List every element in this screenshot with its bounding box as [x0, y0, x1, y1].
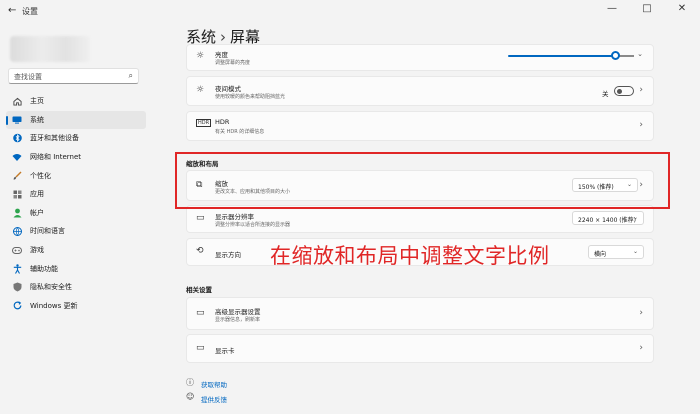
annotation-text: 在缩放和布局中调整文字比例 [270, 244, 550, 268]
avatar[interactable] [10, 36, 90, 62]
night-light-state: 关 [602, 90, 609, 98]
minimize-button[interactable]: — [604, 3, 620, 14]
sidebar-item-label: 时间和语言 [30, 227, 65, 236]
brightness-subtitle: 调整屏幕的亮度 [215, 60, 251, 66]
monitor-icon: ▭ [196, 308, 205, 318]
home-icon [12, 96, 22, 106]
sidebar-item-gaming[interactable]: 游戏 [6, 241, 146, 260]
sidebar-item-privacy[interactable]: 隐私和安全性 [6, 278, 146, 297]
account-icon [12, 208, 22, 218]
sidebar: 查找设置 ⌕ 主页 系统 蓝牙和其他设备 网络和 Internet 个性化 应用… [0, 22, 150, 414]
sidebar-item-label: 系统 [30, 115, 44, 124]
sidebar-item-label: 隐私和安全性 [30, 283, 72, 292]
bluetooth-icon [12, 133, 22, 143]
graphics-title: 显示卡 [215, 347, 235, 355]
resolution-subtitle: 调整分辨率以适合所连接的显示器 [215, 222, 291, 228]
apps-icon [12, 189, 22, 199]
sidebar-item-apps[interactable]: 应用 [6, 185, 146, 204]
sidebar-item-label: Windows 更新 [30, 301, 78, 310]
sidebar-nav: 主页 系统 蓝牙和其他设备 网络和 Internet 个性化 应用 帐户 时间和… [6, 92, 146, 315]
sun-icon: ☼ [196, 51, 205, 61]
sidebar-item-bluetooth[interactable]: 蓝牙和其他设备 [6, 129, 146, 148]
resolution-dropdown[interactable]: 2240 × 1400 (推荐) ⌄ [572, 211, 644, 225]
search-icon[interactable]: ⌕ [129, 71, 133, 81]
highlight-box [175, 152, 670, 209]
help-icon: ⓘ [186, 378, 194, 387]
hdr-card[interactable]: HDR HDR 有关 HDR 的详细信息 › [186, 111, 654, 141]
search-input[interactable]: 查找设置 ⌕ [8, 68, 139, 84]
night-light-card[interactable]: ☼ 夜间模式 使用较暖的颜色来帮助阻挡蓝光 › [186, 76, 654, 106]
night-light-title: 夜间模式 [215, 85, 241, 93]
resolution-value: 2240 × 1400 (推荐) [578, 217, 636, 224]
sidebar-item-label: 帐户 [30, 208, 44, 217]
sidebar-item-label: 个性化 [30, 171, 51, 180]
night-light-subtitle: 使用较暖的颜色来帮助阻挡蓝光 [215, 94, 286, 100]
advanced-display-subtitle: 显示器信息，刷新率 [215, 317, 261, 323]
brightness-title: 亮度 [215, 51, 228, 59]
resolution-title: 显示器分辨率 [215, 213, 254, 221]
globe-icon [12, 226, 22, 236]
night-light-toggle[interactable] [614, 86, 634, 96]
sidebar-item-label: 辅助功能 [30, 264, 58, 273]
feedback-icon: ☺ [186, 392, 195, 401]
advanced-display-card[interactable]: ▭ 高级显示器设置 显示器信息，刷新率 › [186, 297, 654, 330]
sidebar-item-windows-update[interactable]: Windows 更新 [6, 297, 146, 316]
brightness-icon: ☼ [196, 85, 205, 95]
chevron-right-icon[interactable]: › [639, 85, 643, 95]
sidebar-item-label: 网络和 Internet [30, 153, 82, 162]
brightness-slider-fill[interactable] [508, 55, 617, 57]
orientation-dropdown[interactable]: 横向 ⌄ [588, 245, 644, 259]
sidebar-item-label: 主页 [30, 97, 44, 106]
title-bar: ← 设置 — □ ✕ [0, 0, 700, 22]
feedback-link[interactable]: 提供反馈 [201, 394, 227, 404]
hdr-title: HDR [215, 118, 230, 126]
chevron-down-icon: ⌄ [632, 248, 638, 255]
sidebar-item-system[interactable]: 系统 [6, 110, 146, 130]
chevron-right-icon[interactable]: › [639, 120, 643, 130]
back-arrow-icon[interactable]: ← [8, 5, 16, 16]
graphics-card[interactable]: ▭ 显示卡 › [186, 334, 654, 363]
hdr-subtitle: 有关 HDR 的详细信息 [215, 129, 265, 135]
sidebar-item-label: 应用 [30, 190, 44, 199]
sidebar-item-accounts[interactable]: 帐户 [6, 204, 146, 223]
system-icon [12, 115, 22, 125]
brush-icon [12, 171, 22, 181]
chevron-up-icon[interactable]: ⌄ [637, 50, 643, 58]
close-button[interactable]: ✕ [674, 3, 690, 14]
orientation-value: 横向 [594, 251, 607, 258]
brightness-card: ☼ 亮度 调整屏幕的亮度 ⌄ [186, 44, 654, 71]
graphics-icon: ▭ [196, 343, 205, 353]
sidebar-item-label: 游戏 [30, 246, 44, 255]
chevron-right-icon[interactable]: › [639, 308, 643, 318]
shield-icon [12, 282, 22, 292]
sidebar-item-personalization[interactable]: 个性化 [6, 166, 146, 185]
chevron-down-icon: ⌄ [632, 214, 638, 221]
sidebar-item-accessibility[interactable]: 辅助功能 [6, 259, 146, 278]
sidebar-item-network[interactable]: 网络和 Internet [6, 148, 146, 167]
gamepad-icon [12, 245, 22, 255]
orientation-icon: ⟲ [196, 246, 204, 256]
hdr-icon: HDR [196, 119, 212, 127]
related-section-title: 相关设置 [186, 286, 212, 294]
orientation-title: 显示方向 [215, 251, 241, 259]
accessibility-icon [12, 263, 22, 274]
sidebar-item-home[interactable]: 主页 [6, 92, 146, 111]
app-title: 设置 [22, 7, 38, 16]
sidebar-item-time-language[interactable]: 时间和语言 [6, 222, 146, 241]
sidebar-item-label: 蓝牙和其他设备 [30, 134, 79, 143]
chevron-right-icon[interactable]: › [639, 343, 643, 353]
advanced-display-title: 高级显示器设置 [215, 308, 261, 316]
maximize-button[interactable]: □ [639, 3, 655, 14]
wifi-icon [12, 152, 22, 162]
resolution-icon: ▭ [196, 213, 205, 223]
get-help-link[interactable]: 获取帮助 [201, 379, 227, 389]
search-placeholder: 查找设置 [14, 73, 42, 81]
update-icon [12, 301, 22, 311]
